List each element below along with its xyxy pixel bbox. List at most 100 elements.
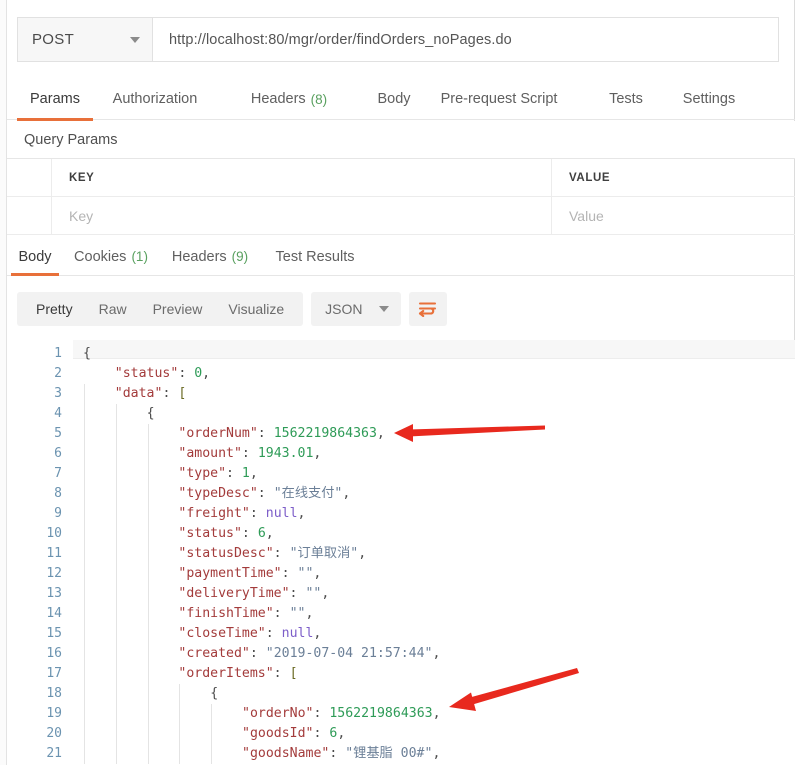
tab-label: Params [30, 91, 80, 107]
code-line: "data": [ [115, 384, 186, 404]
json-token-key: "orderNum" [178, 426, 258, 441]
view-mode-raw[interactable]: Raw [86, 292, 140, 326]
code-line: { [210, 684, 218, 704]
json-token-punc: , [337, 726, 346, 741]
response-tab-body[interactable]: Body [11, 238, 59, 276]
request-tab-pre-request-script[interactable]: Pre-request Script [429, 79, 569, 120]
tab-label: Cookies [74, 248, 127, 265]
code-line: "closeTime": null, [178, 624, 321, 644]
tab-label: Headers [171, 248, 227, 265]
json-token-punc: , [432, 706, 441, 721]
json-token-punc: , [342, 486, 351, 501]
tab-count-badge: (9) [231, 249, 249, 264]
tab-label: Body [18, 248, 52, 265]
json-token-punc: : [265, 626, 282, 641]
code-line: "orderNo": 1562219864363, [242, 704, 441, 724]
line-number-gutter: 1 2 3 4 5 6 7 8 9 10 11 12 13 14 15 16 17 18 19 20 21 [7, 340, 73, 765]
code-line: "goodsName": "锂基脂 00#", [242, 744, 440, 764]
response-tab-bar: Body Cookies (1) Headers (9) Test Results [7, 238, 795, 276]
request-url-bar: POST http://localhost:80/mgr/order/findO… [17, 17, 779, 62]
line-number: 12 [46, 566, 62, 581]
response-body-editor[interactable]: 1 2 3 4 5 6 7 8 9 10 11 12 13 14 15 16 17 18 19 20 21 {"stat… [7, 340, 795, 765]
json-token-punc: : [178, 366, 195, 381]
code-line: "freight": null, [178, 504, 305, 524]
request-tab-params[interactable]: Params [17, 79, 93, 121]
json-token-punc: , [297, 506, 306, 521]
request-tab-settings[interactable]: Settings [669, 79, 749, 120]
json-token-punc: , [313, 446, 322, 461]
code-line: "status": 6, [178, 524, 273, 544]
view-mode-group: Pretty Raw Preview Visualize [17, 292, 304, 326]
response-tab-headers[interactable]: Headers (9) [165, 238, 255, 275]
json-token-punc: , [321, 586, 330, 601]
json-token-num: 1562219864363 [273, 426, 377, 441]
line-number: 1 [54, 346, 62, 361]
query-params-header: Query Params [7, 121, 795, 159]
code-line: "paymentTime": "", [178, 564, 321, 584]
line-number: 11 [46, 546, 62, 561]
indent-guide [179, 684, 181, 764]
line-number: 16 [46, 646, 62, 661]
word-wrap-button[interactable] [408, 292, 447, 326]
indent-guide [115, 404, 117, 764]
request-url-value: http://localhost:80/mgr/order/findOrders… [169, 31, 512, 48]
json-token-str: "2019-07-04 21:57:44" [265, 646, 433, 661]
json-code-content: {"status": 0, "data": [{"orderNum": 15622… [73, 340, 795, 765]
json-token-key: "goodsName" [242, 746, 330, 761]
view-mode-visualize[interactable]: Visualize [215, 292, 297, 326]
json-token-punc: , [358, 546, 367, 561]
code-line: "status": 0, [115, 364, 210, 384]
json-token-key: "orderItems" [178, 666, 274, 681]
param-value-input[interactable]: Value [552, 197, 795, 234]
http-method-label: POST [32, 31, 75, 48]
json-token-num: 1562219864363 [329, 706, 433, 721]
param-key-input[interactable]: Key [52, 197, 552, 234]
json-token-punc: , [265, 526, 274, 541]
row-checkbox-cell[interactable] [7, 197, 52, 234]
response-tab-test-results[interactable]: Test Results [265, 238, 365, 275]
json-token-key: "paymentTime" [178, 566, 282, 581]
http-method-select[interactable]: POST [18, 18, 153, 61]
request-tab-bar: Params Authorization Headers (8) Body Pre-req… [7, 79, 795, 121]
word-wrap-icon [418, 302, 437, 317]
json-token-key: "type" [178, 466, 227, 481]
response-view-toolbar: Pretty Raw Preview Visualize JSON [17, 292, 447, 326]
json-token-str: "订单取消" [289, 546, 359, 561]
json-token-punc: : [289, 586, 306, 601]
request-tab-body[interactable]: Body [359, 79, 429, 120]
code-line: "created": "2019-07-04 21:57:44", [178, 644, 440, 664]
json-token-punc: : [281, 566, 298, 581]
json-token-punc: : [257, 486, 274, 501]
request-url-input[interactable]: http://localhost:80/mgr/order/findOrders… [153, 18, 778, 61]
json-token-punc: , [305, 606, 314, 621]
request-tab-tests[interactable]: Tests [595, 79, 657, 120]
view-mode-pretty[interactable]: Pretty [23, 292, 86, 326]
json-token-key: "finishTime" [178, 606, 274, 621]
row-select-gutter [7, 159, 52, 196]
tab-label: Headers [250, 91, 306, 107]
response-tab-cookies[interactable]: Cookies (1) [65, 238, 157, 275]
view-mode-preview[interactable]: Preview [140, 292, 216, 326]
json-token-key: "data" [114, 386, 163, 401]
json-token-str: "锂基脂 00#" [345, 746, 433, 761]
response-format-select[interactable]: JSON [311, 292, 401, 326]
indent-guide [84, 384, 85, 764]
code-line: "goodsId": 6, [242, 724, 345, 744]
json-token-punc: : [273, 606, 290, 621]
tab-label: Test Results [275, 248, 355, 265]
code-line: "orderItems": [ [178, 664, 297, 684]
json-token-null: null [265, 506, 298, 521]
line-number: 8 [54, 486, 62, 501]
json-token-str: "" [297, 566, 314, 581]
line-number: 6 [54, 446, 62, 461]
column-header-value: VALUE [552, 159, 795, 196]
json-token-punc: : [249, 646, 266, 661]
table-row: Key Value [7, 197, 795, 235]
request-tab-authorization[interactable]: Authorization [103, 79, 207, 120]
request-tab-headers[interactable]: Headers (8) [239, 79, 339, 120]
json-token-str: "" [305, 586, 322, 601]
code-line: "typeDesc": "在线支付", [178, 484, 350, 504]
code-line: "orderNum": 1562219864363, [178, 424, 384, 444]
line-number: 13 [46, 586, 62, 601]
tab-label: Tests [609, 91, 643, 107]
